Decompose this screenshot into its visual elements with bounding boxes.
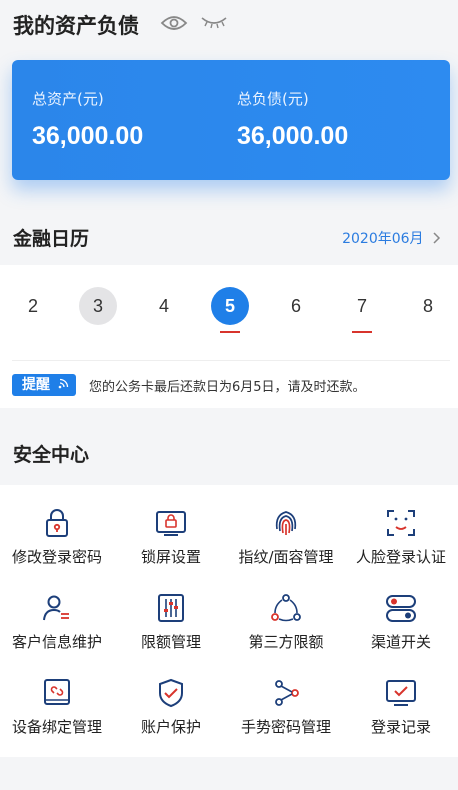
security-grid: 修改登录密码 锁屏设置 指纹/面容管理 人脸登录认证 客户信息维护 限额管理 第…: [0, 485, 458, 757]
page-title: 我的资产负债: [13, 14, 139, 38]
security-item-label: 账户保护: [140, 718, 201, 736]
monitor-check-icon: [386, 680, 416, 706]
assets-card[interactable]: 总资产(元) 36,000.00 总负债(元) 36,000.00: [12, 60, 450, 180]
month-selector[interactable]: 2020年06月: [342, 228, 442, 248]
total-liabilities-value: 36,000.00: [237, 122, 349, 150]
total-assets-label: 总资产(元): [32, 90, 104, 108]
security-item-channel-switch[interactable]: 渠道开关: [344, 570, 458, 651]
security-item-label: 第三方限额: [248, 633, 324, 651]
reminder-badge: 提醒: [12, 374, 76, 396]
security-item-label: 设备绑定管理: [11, 718, 102, 736]
security-item-label: 客户信息维护: [11, 633, 102, 651]
security-item-label: 手势密码管理: [240, 718, 331, 736]
divider: [12, 360, 450, 361]
security-item-limit[interactable]: 限额管理: [114, 570, 228, 651]
calendar-day[interactable]: 8: [409, 287, 447, 325]
calendar-title: 金融日历: [13, 228, 90, 250]
fingerprint-icon: [275, 511, 297, 535]
event-marker: [352, 331, 372, 333]
header: 我的资产负债: [0, 0, 458, 52]
calendar-day[interactable]: 2: [14, 287, 52, 325]
calendar-day[interactable]: 7: [343, 287, 381, 325]
calendar-panel: 2 3 4 5 6 7 8 提醒 您的公务卡最后还款日为6月5日，请及时还款。: [0, 265, 458, 408]
face-scan-icon: [387, 510, 415, 536]
calendar-day[interactable]: 4: [145, 287, 183, 325]
security-item-gesture-password[interactable]: 手势密码管理: [229, 655, 343, 736]
security-item-third-party-limit[interactable]: 第三方限额: [229, 570, 343, 651]
calendar-day-selected[interactable]: 5: [211, 287, 249, 325]
sliders-icon: [158, 594, 184, 622]
security-item-change-password[interactable]: 修改登录密码: [0, 485, 114, 566]
network-icon: [271, 594, 301, 622]
security-item-biometric[interactable]: 指纹/面容管理: [229, 485, 343, 566]
signal-icon: [58, 378, 69, 389]
device-link-icon: [44, 679, 70, 705]
security-item-login-record[interactable]: 登录记录: [344, 655, 458, 736]
security-item-customer-info[interactable]: 客户信息维护: [0, 570, 114, 651]
security-title: 安全中心: [13, 444, 90, 466]
security-item-label: 登录记录: [370, 718, 431, 736]
security-item-label: 锁屏设置: [140, 548, 201, 566]
month-label: 2020年06月: [342, 231, 424, 247]
lock-icon: [46, 509, 68, 537]
calendar-header: 金融日历 2020年06月: [0, 218, 458, 258]
event-marker: [220, 331, 240, 333]
gesture-icon: [275, 680, 299, 706]
total-assets-value: 36,000.00: [32, 122, 144, 150]
security-item-label: 渠道开关: [370, 633, 431, 651]
calendar-day[interactable]: 6: [277, 287, 315, 325]
reminder-badge-label: 提醒: [22, 377, 50, 393]
eye-closed-icon[interactable]: [200, 14, 228, 30]
reminder-text[interactable]: 您的公务卡最后还款日为6月5日，请及时还款。: [89, 376, 366, 395]
security-item-label: 指纹/面容管理: [238, 548, 334, 566]
security-item-label: 限额管理: [140, 633, 201, 651]
screen-lock-icon: [156, 511, 186, 536]
shield-check-icon: [159, 678, 183, 708]
eye-open-icon[interactable]: [160, 13, 188, 33]
user-info-icon: [43, 595, 69, 621]
security-item-face-login[interactable]: 人脸登录认证: [344, 485, 458, 566]
security-item-screen-lock[interactable]: 锁屏设置: [114, 485, 228, 566]
security-item-device-binding[interactable]: 设备绑定管理: [0, 655, 114, 736]
security-item-label: 人脸登录认证: [355, 548, 446, 566]
total-liabilities-label: 总负债(元): [237, 90, 309, 108]
chevron-right-icon: [433, 232, 441, 244]
calendar-day-today[interactable]: 3: [79, 287, 117, 325]
security-item-label: 修改登录密码: [11, 548, 102, 566]
toggle-icon: [386, 595, 416, 622]
security-item-account-protection[interactable]: 账户保护: [114, 655, 228, 736]
